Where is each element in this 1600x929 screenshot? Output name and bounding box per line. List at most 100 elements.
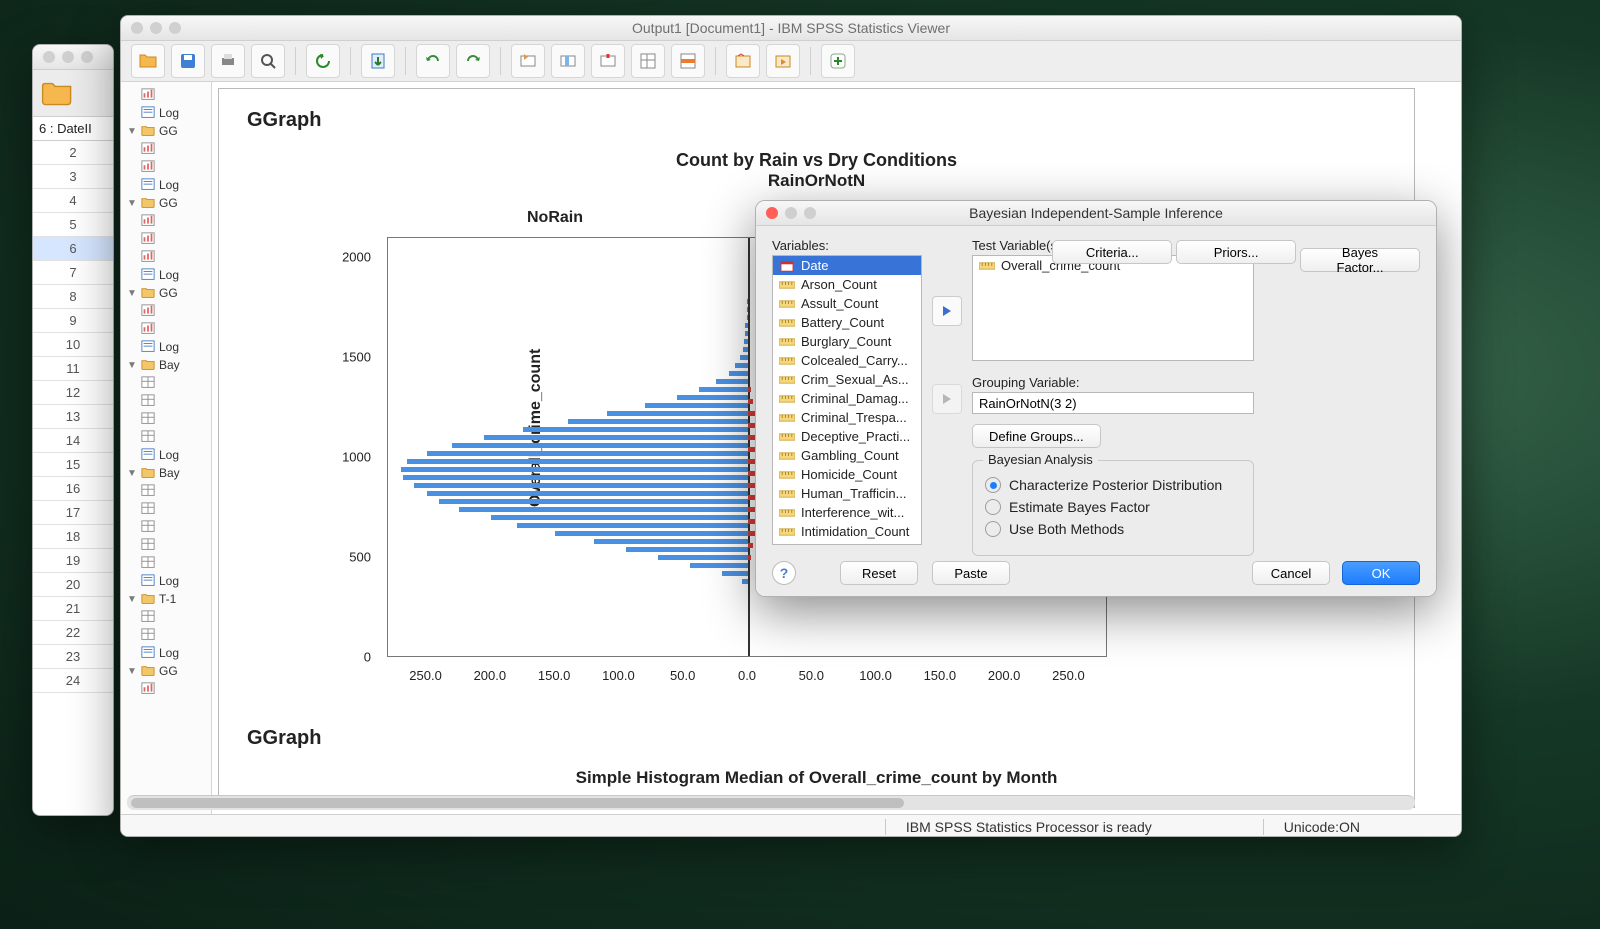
- outline-item[interactable]: [121, 248, 211, 266]
- zoom-icon[interactable]: [81, 51, 93, 63]
- goto-variable-button[interactable]: [551, 44, 585, 78]
- outline-item[interactable]: ▼GG: [121, 662, 211, 680]
- outline-item[interactable]: ▼T-1: [121, 590, 211, 608]
- row-number[interactable]: 15: [33, 453, 113, 477]
- variable-item[interactable]: Assult_Count: [773, 294, 921, 313]
- outline-item[interactable]: [121, 518, 211, 536]
- row-number[interactable]: 14: [33, 429, 113, 453]
- row-number[interactable]: 17: [33, 501, 113, 525]
- variable-item[interactable]: Gambling_Count: [773, 446, 921, 465]
- outline-item[interactable]: Log: [121, 176, 211, 194]
- outline-item[interactable]: Log: [121, 338, 211, 356]
- row-number[interactable]: 3: [33, 165, 113, 189]
- minimize-icon[interactable]: [62, 51, 74, 63]
- outline-item[interactable]: ▼Bay: [121, 464, 211, 482]
- paste-button[interactable]: Paste: [932, 561, 1010, 585]
- outline-item[interactable]: Log: [121, 266, 211, 284]
- row-number[interactable]: 8: [33, 285, 113, 309]
- outline-item[interactable]: [121, 86, 211, 104]
- variable-item[interactable]: Criminal_Trespa...: [773, 408, 921, 427]
- outline-item[interactable]: [121, 158, 211, 176]
- row-number[interactable]: 12: [33, 381, 113, 405]
- outline-item[interactable]: [121, 140, 211, 158]
- variable-item[interactable]: Homicide_Count: [773, 465, 921, 484]
- row-number[interactable]: 6: [33, 237, 113, 261]
- radio-bayes-factor[interactable]: Estimate Bayes Factor: [985, 499, 1241, 515]
- variables-button[interactable]: [591, 44, 625, 78]
- minimize-icon[interactable]: [785, 207, 797, 219]
- define-groups-button[interactable]: Define Groups...: [972, 424, 1101, 448]
- outline-item[interactable]: ▼GG: [121, 284, 211, 302]
- bayes-factor-button[interactable]: Bayes Factor...: [1300, 248, 1420, 272]
- outline-item[interactable]: [121, 554, 211, 572]
- outline-item[interactable]: ▼GG: [121, 194, 211, 212]
- variable-item[interactable]: Crim_Sexual_As...: [773, 370, 921, 389]
- ok-button[interactable]: OK: [1342, 561, 1420, 585]
- run-button[interactable]: [766, 44, 800, 78]
- data-editor-titlebar[interactable]: [33, 45, 113, 70]
- variable-item[interactable]: Arson_Count: [773, 275, 921, 294]
- add-button[interactable]: [821, 44, 855, 78]
- outline-item[interactable]: ▼Bay: [121, 356, 211, 374]
- move-to-grouping-button[interactable]: [932, 384, 962, 414]
- print-preview-button[interactable]: [251, 44, 285, 78]
- radio-posterior[interactable]: Characterize Posterior Distribution: [985, 477, 1241, 493]
- outline-item[interactable]: [121, 428, 211, 446]
- outline-item[interactable]: Log: [121, 644, 211, 662]
- outline-item[interactable]: [121, 410, 211, 428]
- variable-item[interactable]: Date: [773, 256, 921, 275]
- close-icon[interactable]: [766, 207, 778, 219]
- reset-button[interactable]: Reset: [840, 561, 918, 585]
- outline-item[interactable]: [121, 230, 211, 248]
- outline-item[interactable]: Log: [121, 446, 211, 464]
- insert-button[interactable]: [671, 44, 705, 78]
- minimize-icon[interactable]: [150, 22, 162, 34]
- variable-item[interactable]: Deceptive_Practi...: [773, 427, 921, 446]
- help-button[interactable]: ?: [772, 561, 796, 585]
- outline-item[interactable]: [121, 626, 211, 644]
- row-number[interactable]: 16: [33, 477, 113, 501]
- outline-item[interactable]: [121, 482, 211, 500]
- variable-item[interactable]: Criminal_Damag...: [773, 389, 921, 408]
- outline-item[interactable]: Log: [121, 572, 211, 590]
- radio-both[interactable]: Use Both Methods: [985, 521, 1241, 537]
- cancel-button[interactable]: Cancel: [1252, 561, 1330, 585]
- horizontal-scrollbar[interactable]: [127, 795, 1415, 810]
- outline-item[interactable]: [121, 680, 211, 698]
- variables-listbox[interactable]: DateArson_CountAssult_CountBattery_Count…: [772, 255, 922, 545]
- row-number[interactable]: 22: [33, 621, 113, 645]
- save-button[interactable]: [171, 44, 205, 78]
- row-number[interactable]: 11: [33, 357, 113, 381]
- close-icon[interactable]: [43, 51, 55, 63]
- undo-button[interactable]: [416, 44, 450, 78]
- outline-item[interactable]: Log: [121, 104, 211, 122]
- outline-item[interactable]: [121, 302, 211, 320]
- outline-item[interactable]: [121, 500, 211, 518]
- row-number[interactable]: 19: [33, 549, 113, 573]
- row-number[interactable]: 13: [33, 405, 113, 429]
- row-number[interactable]: 2: [33, 141, 113, 165]
- row-number[interactable]: 20: [33, 573, 113, 597]
- priors-button[interactable]: Priors...: [1176, 240, 1296, 264]
- variable-item[interactable]: Intimidation_Count: [773, 522, 921, 541]
- outline-item[interactable]: [121, 536, 211, 554]
- row-number[interactable]: 10: [33, 333, 113, 357]
- export-button[interactable]: [361, 44, 395, 78]
- row-number[interactable]: 4: [33, 189, 113, 213]
- outline-item[interactable]: [121, 212, 211, 230]
- criteria-button[interactable]: Criteria...: [1052, 240, 1172, 264]
- row-number[interactable]: 23: [33, 645, 113, 669]
- print-button[interactable]: [211, 44, 245, 78]
- row-number-column[interactable]: 23456789101112131415161718192021222324: [33, 141, 113, 816]
- row-number[interactable]: 7: [33, 261, 113, 285]
- outline-item[interactable]: ▼GG: [121, 122, 211, 140]
- viewer-titlebar[interactable]: Output1 [Document1] - IBM SPSS Statistic…: [121, 16, 1461, 41]
- redo-button[interactable]: [456, 44, 490, 78]
- row-number[interactable]: 18: [33, 525, 113, 549]
- outline-pane[interactable]: Log▼GGLog▼GGLog▼GGLog▼BayLog▼BayLog▼T-1L…: [121, 82, 212, 814]
- goto-case-button[interactable]: [511, 44, 545, 78]
- variable-item[interactable]: Colcealed_Carry...: [773, 351, 921, 370]
- row-number[interactable]: 24: [33, 669, 113, 693]
- row-number[interactable]: 9: [33, 309, 113, 333]
- variable-item[interactable]: Burglary_Count: [773, 332, 921, 351]
